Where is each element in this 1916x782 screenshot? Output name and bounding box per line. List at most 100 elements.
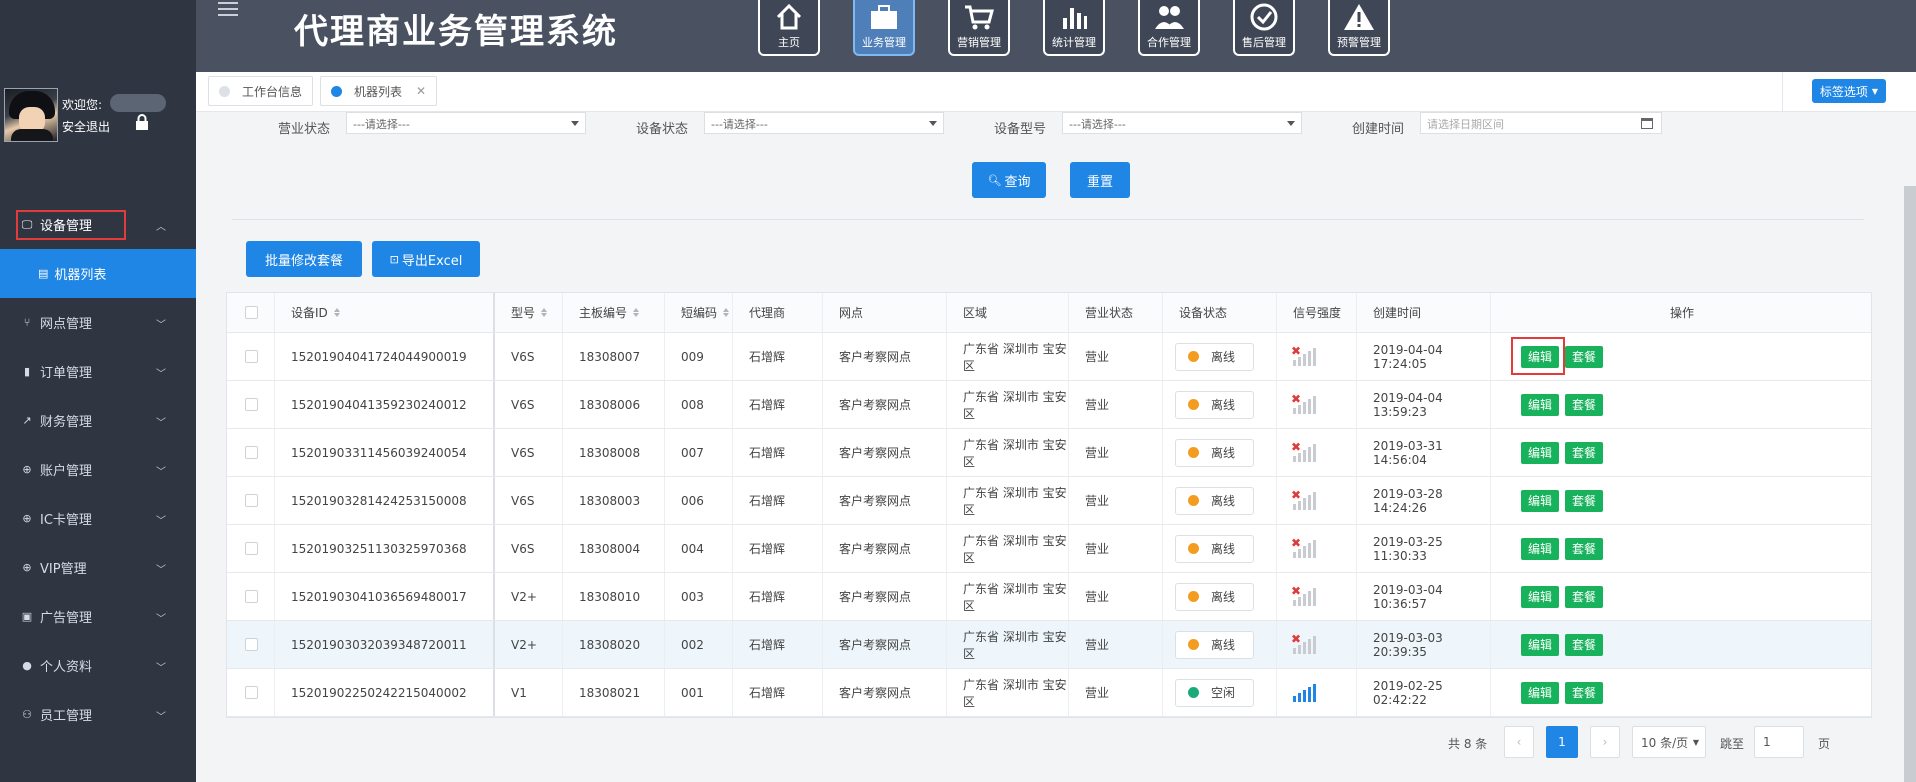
status-label: 离线 bbox=[1211, 446, 1236, 460]
tab-machine-list[interactable]: 机器列表 ✕ bbox=[320, 76, 438, 106]
edit-button[interactable]: 编辑 bbox=[1521, 585, 1560, 608]
export-excel-button[interactable]: ⊡ 导出Excel bbox=[372, 241, 480, 277]
table-cell: 石增辉 bbox=[733, 573, 823, 620]
column-header-label: 区域 bbox=[963, 306, 988, 320]
table-cell: 18308008 bbox=[563, 429, 665, 476]
table-row[interactable]: 15201902250242215040002 V1 18308021 001 石增辉 客… bbox=[227, 669, 1871, 717]
cell-outlet: 客户考察网点 bbox=[839, 350, 912, 364]
create-time-picker[interactable]: 请选择日期区间 bbox=[1420, 112, 1662, 134]
edit-button[interactable]: 编辑 bbox=[1521, 633, 1560, 656]
cell-id: 15201903281424253150008 bbox=[291, 493, 467, 508]
sort-icon[interactable] bbox=[723, 308, 730, 317]
row-checkbox[interactable] bbox=[245, 638, 258, 651]
next-page-button[interactable]: › bbox=[1590, 726, 1620, 758]
row-checkbox[interactable] bbox=[245, 590, 258, 603]
sidebar-item-6[interactable]: ⊕ VIP管理 ﹀ bbox=[0, 543, 196, 592]
sidebar-item-7[interactable]: ▣ 广告管理 ﹀ bbox=[0, 592, 196, 641]
package-button[interactable]: 套餐 bbox=[1565, 537, 1604, 560]
edit-button[interactable]: 编辑 bbox=[1521, 681, 1560, 704]
jump-page-input[interactable]: 1 bbox=[1754, 726, 1804, 758]
status-label: 空闲 bbox=[1211, 686, 1236, 700]
package-label: 套餐 bbox=[1572, 494, 1597, 508]
menu-toggle-icon[interactable] bbox=[218, 2, 238, 18]
nav-check-circle[interactable]: 售后管理 bbox=[1233, 0, 1295, 56]
package-button[interactable]: 套餐 bbox=[1565, 345, 1604, 368]
sidebar-item-9[interactable]: ⚇ 员工管理 ﹀ bbox=[0, 690, 196, 739]
row-checkbox[interactable] bbox=[245, 446, 258, 459]
table-row[interactable]: 15201903032039348720011 V2+ 18308020 002 石增辉… bbox=[227, 621, 1871, 669]
cell-biz: 营业 bbox=[1085, 542, 1110, 556]
batch-edit-package-button[interactable]: 批量修改套餐 bbox=[246, 241, 362, 277]
edit-button[interactable]: 编辑 bbox=[1521, 393, 1560, 416]
row-checkbox[interactable] bbox=[245, 398, 258, 411]
sidebar-item-label: 个人资料 bbox=[40, 660, 93, 675]
nav-home[interactable]: 主页 bbox=[758, 0, 820, 56]
table-cell: 客户考察网点 bbox=[823, 573, 947, 620]
sidebar-item-1[interactable]: ⑂ 网点管理 ﹀ bbox=[0, 298, 196, 347]
total-count: 共 8 条 bbox=[1448, 737, 1488, 751]
select-all-checkbox[interactable] bbox=[245, 306, 258, 319]
package-button[interactable]: 套餐 bbox=[1565, 681, 1604, 704]
package-button[interactable]: 套餐 bbox=[1565, 585, 1604, 608]
edit-button[interactable]: 编辑 bbox=[1521, 441, 1560, 464]
sidebar-subitem-machine-list[interactable]: ▤ 机器列表 bbox=[0, 249, 196, 298]
table-row[interactable]: 15201903251130325970368 V6S 18308004 004 石增辉… bbox=[227, 525, 1871, 573]
nav-briefcase[interactable]: 业务管理 bbox=[853, 0, 915, 56]
business-status-label: 营业状态 bbox=[278, 122, 331, 137]
query-button[interactable]: 🔍︎ 查询 bbox=[972, 162, 1046, 198]
table-cell: ✖ bbox=[1277, 381, 1357, 428]
device-model-select[interactable]: ---请选择--- bbox=[1062, 112, 1302, 134]
tag-options-button[interactable]: 标签选项 ▼ bbox=[1812, 79, 1886, 103]
sort-icon[interactable] bbox=[541, 308, 548, 317]
cell-id: 15201904041724044900019 bbox=[291, 349, 467, 364]
sort-icon[interactable] bbox=[633, 308, 640, 317]
nav-bar-chart[interactable]: 统计管理 bbox=[1043, 0, 1105, 56]
sidebar-item-0[interactable]: 🖵︎ 设备管理 ︿ bbox=[0, 200, 196, 249]
table-row[interactable]: 15201903311456039240054 V6S 18308008 007 石增辉… bbox=[227, 429, 1871, 477]
page-number-button[interactable]: 1 bbox=[1546, 726, 1578, 758]
device-status-select[interactable]: ---请选择--- bbox=[704, 112, 944, 134]
edit-button[interactable]: 编辑 bbox=[1521, 489, 1560, 512]
table-cell: ✖ bbox=[1277, 525, 1357, 572]
chevron-down-icon: ﹀ bbox=[156, 712, 166, 723]
row-checkbox[interactable] bbox=[245, 542, 258, 555]
close-icon[interactable]: ✕ bbox=[416, 84, 426, 98]
cell-region: 广东省 深圳市 宝安区 bbox=[963, 341, 1067, 373]
table-row[interactable]: 15201904041724044900019 V6S 18308007 009 石增辉… bbox=[227, 333, 1871, 381]
nav-warning[interactable]: 预警管理 bbox=[1328, 0, 1390, 56]
row-checkbox[interactable] bbox=[245, 350, 258, 363]
package-button[interactable]: 套餐 bbox=[1565, 393, 1604, 416]
logout-link[interactable]: 安全退出 bbox=[62, 118, 110, 135]
scrollbar[interactable] bbox=[1904, 186, 1916, 782]
cell-agent: 石增辉 bbox=[749, 494, 786, 508]
cell-outlet: 客户考察网点 bbox=[839, 542, 912, 556]
sidebar-item-5[interactable]: ⊕ IC卡管理 ﹀ bbox=[0, 494, 196, 543]
sort-icon[interactable] bbox=[333, 308, 340, 317]
prev-page-button[interactable]: ‹ bbox=[1504, 726, 1534, 758]
table-row[interactable]: 15201903041036569480017 V2+ 18308010 003 石增辉… bbox=[227, 573, 1871, 621]
table-cell: 营业 bbox=[1069, 525, 1163, 572]
package-button[interactable]: 套餐 bbox=[1565, 633, 1604, 656]
business-status-select[interactable]: ---请选择--- bbox=[346, 112, 586, 134]
caret-down-icon bbox=[571, 121, 579, 126]
edit-button[interactable]: 编辑 bbox=[1521, 537, 1560, 560]
cell-agent: 石增辉 bbox=[749, 350, 786, 364]
table-row[interactable]: 15201904041359230240012 V6S 18308006 008 石增辉… bbox=[227, 381, 1871, 429]
sidebar-item-3[interactable]: ↗ 财务管理 ﹀ bbox=[0, 396, 196, 445]
table-row[interactable]: 15201903281424253150008 V6S 18308003 006 石增辉… bbox=[227, 477, 1871, 525]
page-size-select[interactable]: 10 条/页 ▼ bbox=[1632, 726, 1706, 758]
package-button[interactable]: 套餐 bbox=[1565, 489, 1604, 512]
trend-icon: ↗ bbox=[22, 414, 32, 427]
table-cell bbox=[227, 621, 275, 668]
nav-cart[interactable]: 营销管理 bbox=[948, 0, 1010, 56]
package-button[interactable]: 套餐 bbox=[1565, 441, 1604, 464]
nav-users[interactable]: 合作管理 bbox=[1138, 0, 1200, 56]
tab-workbench[interactable]: 工作台信息 bbox=[208, 76, 314, 106]
row-checkbox[interactable] bbox=[245, 686, 258, 699]
sidebar-item-4[interactable]: ⊕ 账户管理 ﹀ bbox=[0, 445, 196, 494]
nav-label: 售后管理 bbox=[1242, 36, 1286, 49]
sidebar-item-2[interactable]: ▮ 订单管理 ﹀ bbox=[0, 347, 196, 396]
reset-button[interactable]: 重置 bbox=[1070, 162, 1130, 198]
row-checkbox[interactable] bbox=[245, 494, 258, 507]
sidebar-item-8[interactable]: ● 个人资料 ﹀ bbox=[0, 641, 196, 690]
